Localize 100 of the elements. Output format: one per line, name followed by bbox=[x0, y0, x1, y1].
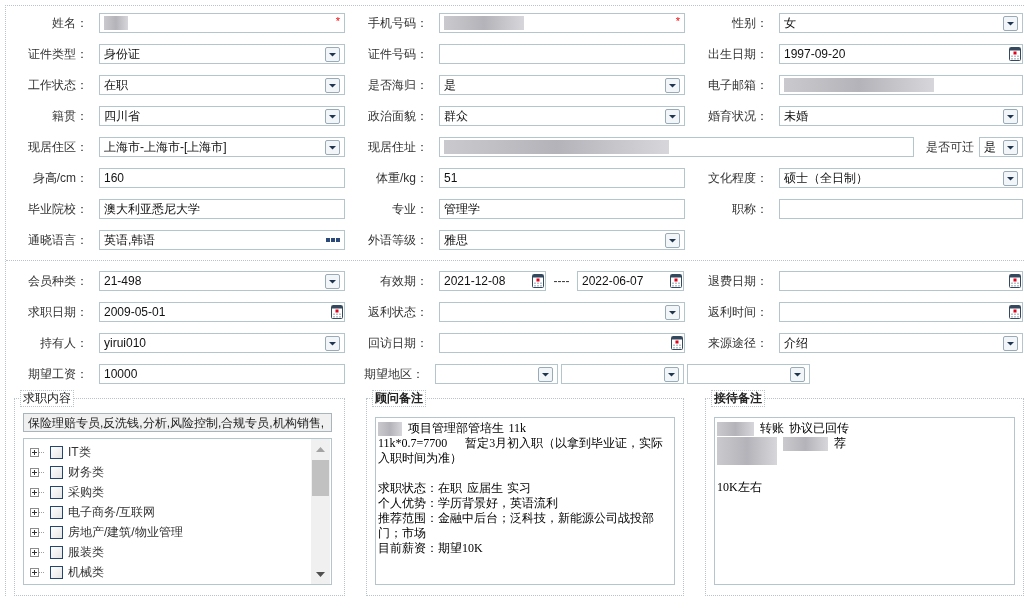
dropdown-select[interactable]: 在职 bbox=[99, 75, 345, 95]
field-label: 返利时间： bbox=[708, 304, 768, 321]
text-input[interactable] bbox=[779, 199, 1023, 219]
dropdown-select[interactable]: yirui010 bbox=[99, 333, 345, 353]
checkbox[interactable] bbox=[50, 485, 63, 499]
dropdown-caret-icon[interactable] bbox=[665, 304, 680, 320]
text-input[interactable]: 160 bbox=[99, 168, 345, 188]
ellipsis-icon[interactable] bbox=[326, 238, 340, 242]
dropdown-select[interactable]: 上海市-上海市-[上海市] bbox=[99, 137, 345, 157]
dropdown-select[interactable]: 21-498 bbox=[99, 271, 345, 291]
checkbox[interactable] bbox=[50, 505, 63, 519]
calendar-icon[interactable] bbox=[670, 274, 682, 288]
date-input[interactable] bbox=[779, 302, 1023, 322]
dropdown-caret-icon[interactable] bbox=[1003, 108, 1018, 124]
field-label: 电子邮箱： bbox=[708, 77, 768, 94]
dropdown-select[interactable]: 是 bbox=[439, 75, 685, 95]
plus-box-icon[interactable] bbox=[30, 507, 45, 517]
dropdown-caret-icon[interactable] bbox=[538, 366, 553, 382]
dropdown-caret-icon[interactable] bbox=[790, 366, 805, 382]
dropdown-select[interactable]: 未婚 bbox=[779, 106, 1023, 126]
text-input[interactable]: * bbox=[99, 13, 345, 33]
dropdown-caret-icon[interactable] bbox=[1003, 139, 1018, 155]
plus-box-icon[interactable] bbox=[30, 547, 45, 557]
calendar-icon[interactable] bbox=[671, 336, 683, 350]
plus-box-icon[interactable] bbox=[30, 467, 45, 477]
category-label[interactable]: 服装类 bbox=[68, 543, 104, 561]
date-input[interactable]: 1997-09-20 bbox=[779, 44, 1023, 64]
text-input[interactable]: 10000 bbox=[99, 364, 345, 384]
plus-box-icon[interactable] bbox=[30, 527, 45, 537]
checkbox[interactable] bbox=[50, 445, 63, 459]
text-input[interactable]: 管理学 bbox=[439, 199, 685, 219]
text-input[interactable] bbox=[439, 137, 914, 157]
dropdown-select[interactable]: 硕士（全日制） bbox=[779, 168, 1023, 188]
date-input[interactable] bbox=[439, 333, 685, 353]
dropdown-select[interactable]: 四川省 bbox=[99, 106, 345, 126]
notes-textarea[interactable]: 转账 协议已回传 荐 10K左右 bbox=[714, 417, 1015, 585]
field-label: 性别： bbox=[732, 15, 768, 32]
field-label: 会员种类： bbox=[28, 273, 88, 290]
dropdown-caret-icon[interactable] bbox=[1003, 335, 1018, 351]
field-label: 出生日期： bbox=[708, 46, 768, 63]
dropdown-select[interactable]: 是 bbox=[979, 137, 1023, 157]
dropdown-caret-icon[interactable] bbox=[325, 335, 340, 351]
dropdown-caret-icon[interactable] bbox=[1003, 15, 1018, 31]
plus-box-icon[interactable] bbox=[30, 487, 45, 497]
dropdown-caret-icon[interactable] bbox=[325, 77, 340, 93]
dropdown-caret-icon[interactable] bbox=[665, 108, 680, 124]
dropdown-caret-icon[interactable] bbox=[664, 366, 679, 382]
category-label[interactable]: 房地产/建筑/物业管理 bbox=[68, 523, 183, 541]
plus-box-icon[interactable] bbox=[30, 447, 45, 457]
text-input[interactable] bbox=[779, 75, 1023, 95]
field-label: 求职日期： bbox=[28, 304, 88, 321]
category-label[interactable]: 财务类 bbox=[68, 463, 104, 481]
category-label[interactable]: IT类 bbox=[68, 443, 91, 461]
scroll-down-arrow-icon[interactable] bbox=[316, 571, 325, 577]
dropdown-caret-icon[interactable] bbox=[665, 77, 680, 93]
dropdown-select[interactable]: 身份证 bbox=[99, 44, 345, 64]
text-input[interactable]: 澳大利亚悉尼大学 bbox=[99, 199, 345, 219]
date-input[interactable]: 2022-06-07 bbox=[577, 271, 684, 291]
scrollbar[interactable] bbox=[311, 439, 330, 584]
dropdown-caret-icon[interactable] bbox=[325, 139, 340, 155]
redacted-block bbox=[717, 451, 777, 465]
dropdown-select[interactable]: 介绍 bbox=[779, 333, 1023, 353]
field-label: 职称： bbox=[732, 201, 768, 218]
text-input[interactable]: 51 bbox=[439, 168, 685, 188]
calendar-icon[interactable] bbox=[1009, 305, 1021, 319]
dropdown-caret-icon[interactable] bbox=[1003, 170, 1018, 186]
picker-input[interactable]: 英语,韩语 bbox=[99, 230, 345, 250]
dropdown-caret-icon[interactable] bbox=[325, 273, 340, 289]
notes-textarea[interactable]: 项目管理部管培生 11k 11k*0.7=7700 暂定3月初入职（以拿到毕业证，实际入职时间为准） 求职状态：在职 应届生 实习 个人优势：学历背景好，英语流利 推荐范围：金融中后台；泛科技，新能源公司战投部门；市场 目前薪资：期望10K bbox=[375, 417, 675, 585]
category-label[interactable]: 采购类 bbox=[68, 483, 104, 501]
calendar-icon[interactable] bbox=[1009, 47, 1021, 61]
checkbox[interactable] bbox=[50, 465, 63, 479]
dropdown-caret-icon[interactable] bbox=[325, 108, 340, 124]
plus-box-icon[interactable] bbox=[30, 567, 45, 577]
dropdown-caret-icon[interactable] bbox=[665, 232, 680, 248]
note-text: 10K左右 bbox=[717, 480, 763, 495]
dropdown-caret-icon[interactable] bbox=[325, 46, 340, 62]
date-input[interactable]: 2009-05-01 bbox=[99, 302, 345, 322]
dropdown-select[interactable]: 雅思 bbox=[439, 230, 685, 250]
range-separator: ---- bbox=[552, 273, 571, 290]
checkbox[interactable] bbox=[50, 565, 63, 579]
calendar-icon[interactable] bbox=[331, 305, 343, 319]
category-label[interactable]: 机械类 bbox=[68, 563, 104, 581]
checkbox[interactable] bbox=[50, 525, 63, 539]
text-input[interactable] bbox=[439, 44, 685, 64]
dropdown-select[interactable]: 群众 bbox=[439, 106, 685, 126]
dropdown-select[interactable]: 女 bbox=[779, 13, 1023, 33]
note-text: 求职状态：在职 应届生 实习 bbox=[378, 481, 532, 496]
summary-field[interactable]: 保险理赔专员,反洗钱,分析,风险控制,合规专员,机构销售, bbox=[23, 413, 332, 432]
calendar-icon[interactable] bbox=[1009, 274, 1021, 288]
group-legend: 接待备注 bbox=[711, 390, 765, 407]
field-label: 现居住址： bbox=[368, 139, 428, 156]
date-input[interactable]: 2021-12-08 bbox=[439, 271, 546, 291]
group-legend: 顾问备注 bbox=[372, 390, 426, 407]
category-label[interactable]: 电子商务/互联网 bbox=[68, 503, 156, 521]
scrollbar-thumb[interactable] bbox=[312, 460, 329, 496]
text-input[interactable]: * bbox=[439, 13, 685, 33]
calendar-icon[interactable] bbox=[532, 274, 544, 288]
date-input[interactable] bbox=[779, 271, 1023, 291]
checkbox[interactable] bbox=[50, 545, 63, 559]
